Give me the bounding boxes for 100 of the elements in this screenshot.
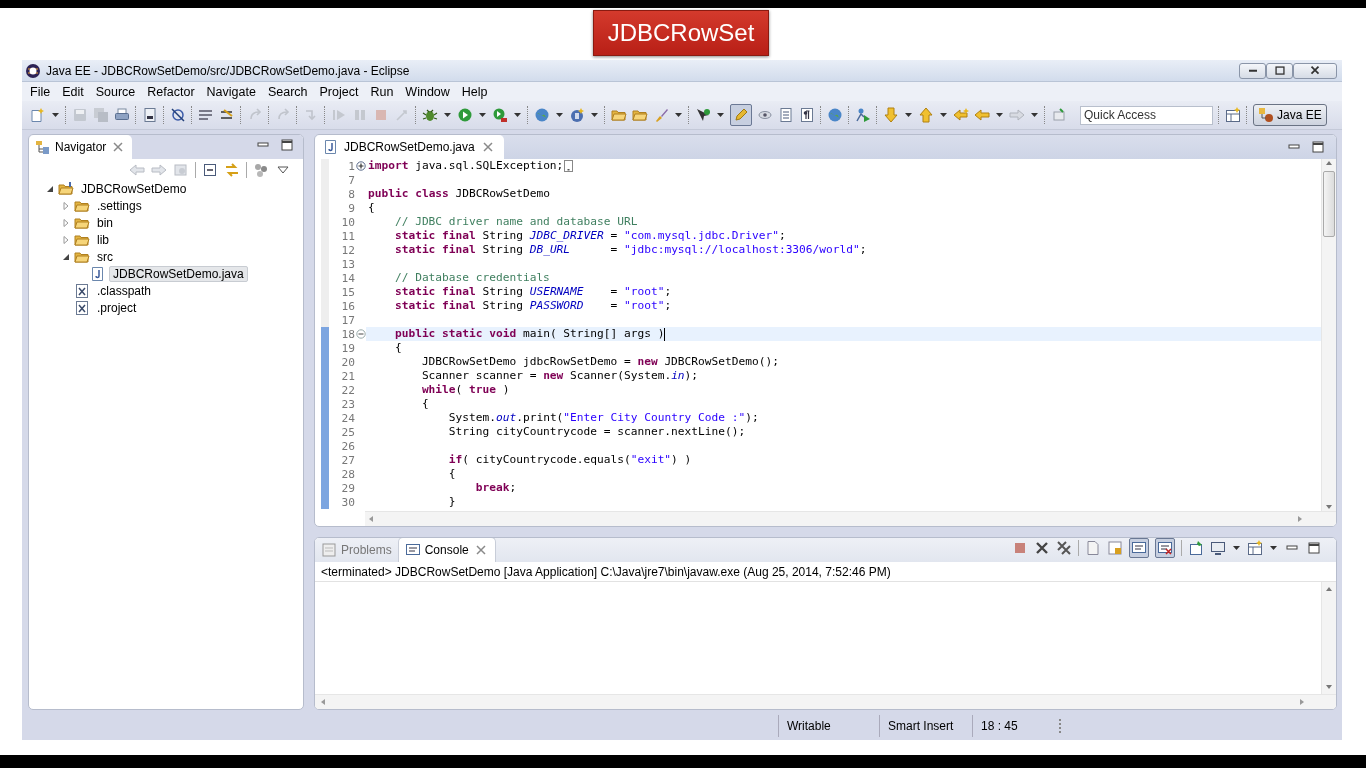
line-number: 20 [340,355,355,369]
scroll-lock-icon[interactable] [1107,540,1123,556]
link-arrows-icon[interactable] [224,162,240,178]
code-line: JDBCRowSetDemo jdbcRowSetDemo = new JDBCRowSetDemo(); [420,355,779,369]
arrow-up-icon[interactable] [918,107,934,123]
menu-item[interactable]: File [24,84,57,99]
crossed-circle-icon[interactable] [170,107,186,123]
tree-item[interactable]: .classpath [93,282,156,299]
text-cursor [664,327,666,341]
service-badge-icon[interactable] [569,107,585,123]
scroll-right-icon [1296,515,1304,523]
arrow-left-star-icon[interactable] [953,107,969,123]
collapsed-triangle-icon[interactable] [61,200,71,211]
expand-fold-icon[interactable] [355,161,366,171]
pointer-icon[interactable] [695,107,711,123]
code-line: public class JDBCRowSetDemo [368,187,550,201]
line-number: 19 [340,341,355,355]
quick-access-field[interactable]: Quick Access [1080,105,1213,125]
menu-item[interactable]: Run [364,84,400,99]
tree-item[interactable]: bin [93,214,117,231]
perspective-button[interactable]: Java EE [1253,104,1327,126]
arrow-left-icon[interactable] [974,107,990,123]
paragraph-icon[interactable] [799,107,815,123]
line-number: 8 [347,187,355,201]
maximize-icon[interactable] [1306,540,1322,556]
console-error-toggle[interactable] [1155,538,1175,558]
filter-icon[interactable] [253,162,269,178]
console-icon [404,542,421,558]
box-icon[interactable] [1051,107,1067,123]
arrow-down-icon[interactable] [883,107,899,123]
collapse-fold-icon[interactable] [355,329,366,339]
menu-item[interactable]: Navigate [200,84,262,99]
display-icon[interactable] [1210,540,1226,556]
horizontal-scrollbar[interactable] [315,694,1336,709]
open-perspective-icon[interactable] [1247,540,1263,556]
scroll-down-icon [1325,683,1333,691]
folder-icon[interactable] [611,107,627,123]
code-line: String cityCountrycode = scanner.nextLine(); [447,425,746,439]
collapsed-triangle-icon[interactable] [61,234,71,245]
vertical-scrollbar[interactable] [1321,582,1336,694]
maximize-icon[interactable] [1310,139,1326,155]
stop-icon[interactable] [1012,540,1028,556]
code-line: { [393,341,402,355]
figure-icon[interactable] [855,107,871,123]
new-document-icon[interactable] [30,107,46,123]
menu-item[interactable]: Window [399,84,456,99]
run-icon[interactable] [457,107,473,123]
binary-document-icon[interactable] [142,107,158,123]
printer-icon[interactable] [114,107,130,123]
line-number: 15 [340,285,355,299]
folded-code-icon[interactable] [564,160,574,172]
collapsed-triangle-icon[interactable] [61,217,71,228]
brush-icon[interactable] [653,107,669,123]
globe-icon[interactable] [534,107,550,123]
maximize-icon[interactable] [279,136,295,153]
vertical-scrollbar[interactable] [1321,159,1336,511]
open-perspective-icon[interactable] [1225,107,1241,123]
folder-icon[interactable] [632,107,648,123]
coverage-run-icon[interactable] [492,107,508,123]
scroll-thumb[interactable] [1323,171,1335,237]
view-tab[interactable]: Console [397,538,496,562]
lines-icon[interactable] [198,107,214,123]
tree-item[interactable]: .settings [93,197,146,214]
remove-icon[interactable] [1034,540,1050,556]
code-line: break; [474,481,517,495]
code-line: if( cityCountrycode.equals("exit") ) [447,453,692,467]
menu-item[interactable]: Help [455,84,494,99]
console-toggle[interactable] [1129,538,1149,558]
maximize-button[interactable] [1266,62,1293,79]
tree-item[interactable]: lib [93,231,113,248]
menu-item[interactable]: Search [261,84,314,99]
remove-all-icon[interactable] [1056,540,1072,556]
tree-item[interactable]: JDBCRowSetDemo [77,180,191,197]
tree-item[interactable]: src [93,248,117,265]
line-number: 30 [340,495,355,509]
pencil-toggle[interactable] [730,104,752,126]
tree-item[interactable]: JDBCRowSetDemo.java [109,265,248,282]
horizontal-scrollbar[interactable] [365,511,1336,526]
list-document-icon[interactable] [778,107,794,123]
line-number: 24 [340,411,355,425]
console-icon [1131,540,1147,556]
page-icon[interactable] [1085,540,1101,556]
menu-item[interactable]: Edit [56,84,90,99]
close-button[interactable] [1293,62,1337,79]
line-number: 12 [340,243,355,257]
code-line: // JDBC driver name and database URL [393,215,638,229]
maximize-icon [1272,63,1287,78]
collapse-all-icon[interactable] [202,162,218,178]
bug-icon[interactable] [422,107,438,123]
menu-item[interactable]: Source [89,84,142,99]
menu-item[interactable]: Refactor [141,84,201,99]
globe-icon[interactable] [827,107,843,123]
tree-item[interactable]: .project [93,299,141,316]
line-number: 14 [340,271,355,285]
line-number: 18 [340,327,355,341]
minimize-button[interactable] [1239,62,1266,79]
menu-item[interactable]: Project [313,84,365,99]
code-line: { [420,397,429,411]
pin-icon[interactable] [1188,540,1204,556]
view-tab[interactable]: Problems [315,538,398,562]
